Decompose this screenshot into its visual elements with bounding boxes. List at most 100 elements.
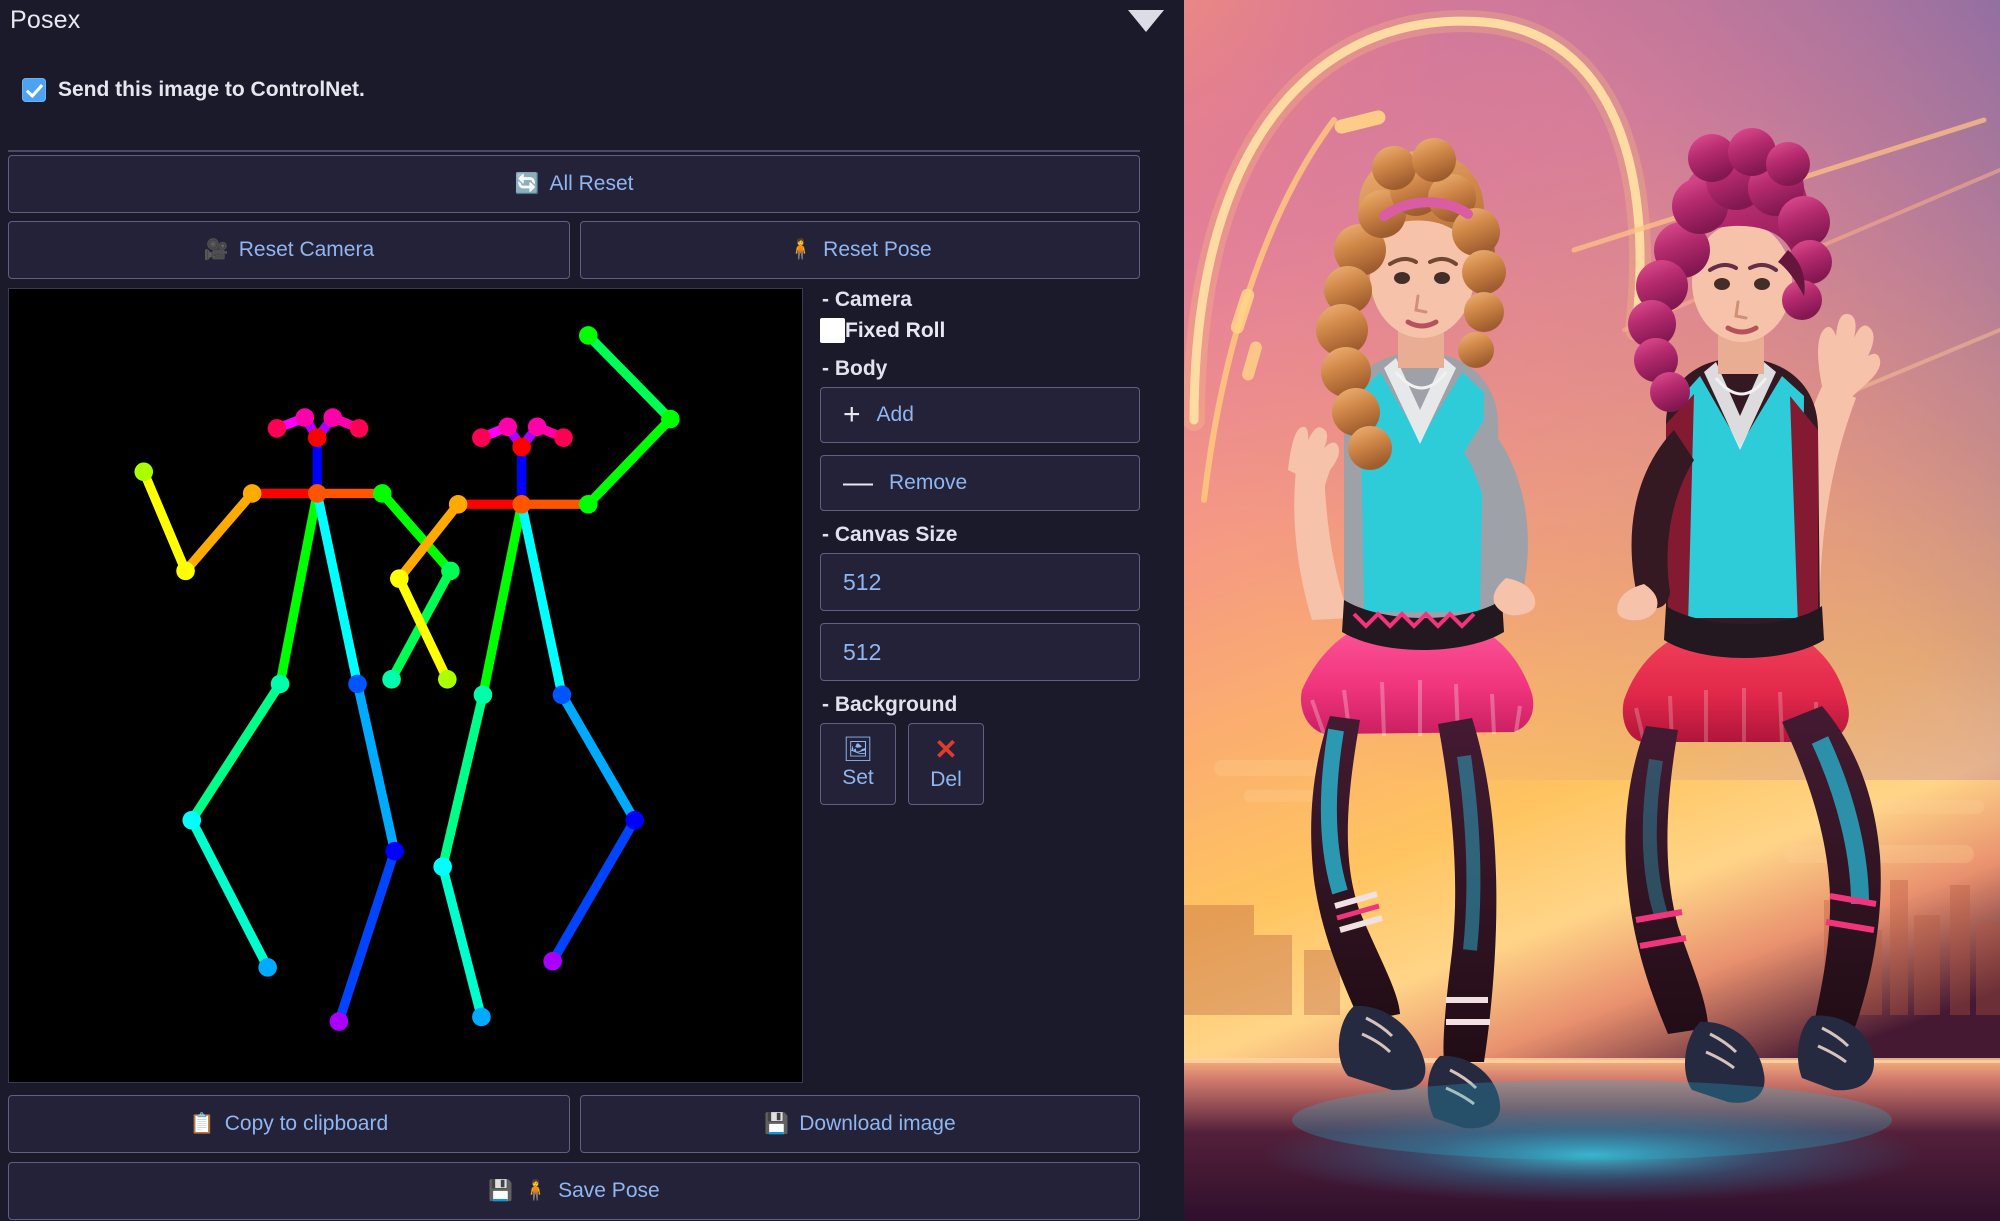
pose-joint-r-eye[interactable] bbox=[498, 417, 518, 437]
pose-joint-l-wrist[interactable] bbox=[578, 326, 598, 345]
generated-image-preview bbox=[1184, 0, 2000, 1221]
pose-joint-r-shoulder[interactable] bbox=[242, 484, 262, 503]
pose-joint-l-shoulder[interactable] bbox=[578, 494, 598, 514]
pose-joint-r-ankle[interactable] bbox=[472, 1007, 491, 1027]
pose-joint-r-elbow[interactable] bbox=[176, 561, 195, 581]
pose-joint-r-wrist[interactable] bbox=[438, 670, 457, 689]
page-title: Posex bbox=[10, 6, 81, 34]
pose-joint-r-hip[interactable] bbox=[270, 674, 290, 694]
pose-joint-l-eye[interactable] bbox=[323, 408, 342, 427]
add-body-label: Add bbox=[876, 403, 914, 426]
pose-controls: - Camera Fixed Roll - Body + Add — Remov… bbox=[820, 288, 1145, 805]
set-background-button[interactable]: 🖼 Set bbox=[820, 723, 896, 805]
pose-limb bbox=[438, 862, 487, 1022]
pose-joint-r-shoulder[interactable] bbox=[448, 494, 468, 514]
remove-body-button[interactable]: — Remove bbox=[820, 455, 1140, 511]
copy-to-clipboard-button[interactable]: 📋 Copy to clipboard bbox=[8, 1095, 570, 1153]
pose-joint-neck[interactable] bbox=[512, 494, 531, 514]
pose-joint-l-wrist[interactable] bbox=[382, 670, 401, 689]
header-divider bbox=[8, 150, 1140, 152]
add-body-button[interactable]: + Add bbox=[820, 387, 1140, 443]
pose-joint-r-wrist[interactable] bbox=[134, 462, 154, 482]
minus-icon: — bbox=[843, 466, 873, 499]
fixed-roll-row[interactable]: Fixed Roll bbox=[820, 318, 1145, 343]
copy-to-clipboard-label: Copy to clipboard bbox=[224, 1112, 389, 1135]
pose-joint-l-knee[interactable] bbox=[625, 810, 645, 830]
pose-joint-r-ankle[interactable] bbox=[258, 958, 277, 977]
remove-body-label: Remove bbox=[889, 471, 968, 494]
pose-joint-l-eye[interactable] bbox=[527, 417, 547, 437]
pose-joint-l-ear[interactable] bbox=[554, 428, 573, 447]
pose-joint-l-ear[interactable] bbox=[349, 419, 369, 438]
posex-panel: Posex Send this image to ControlNet. 🔄 A… bbox=[0, 0, 1184, 1221]
set-background-label: Set bbox=[842, 766, 874, 789]
pose-limb bbox=[352, 679, 400, 856]
floppy-disk-icon: 💾 bbox=[764, 1113, 790, 1135]
background-buttons: 🖼 Set ✕ Del bbox=[820, 723, 1145, 805]
pose-joint-l-ankle[interactable] bbox=[329, 1012, 349, 1031]
pose-limb bbox=[139, 467, 191, 576]
canvas-height-input[interactable]: 512 bbox=[820, 623, 1140, 681]
pose-limb bbox=[478, 499, 527, 700]
fixed-roll-checkbox[interactable] bbox=[820, 318, 845, 343]
pose-joint-neck[interactable] bbox=[307, 484, 327, 503]
all-reset-label: All Reset bbox=[549, 172, 634, 195]
figure-left[interactable] bbox=[134, 408, 460, 1031]
all-reset-button[interactable]: 🔄 All Reset bbox=[8, 155, 1140, 213]
pose-joint-r-hip[interactable] bbox=[473, 685, 493, 705]
figure-right[interactable] bbox=[390, 326, 680, 1027]
reset-pose-button[interactable]: 🧍 Reset Pose bbox=[580, 221, 1140, 279]
image-icon: 🖼 bbox=[842, 736, 874, 763]
pose-joint-nose[interactable] bbox=[512, 437, 531, 457]
close-icon: ✕ bbox=[934, 734, 958, 765]
camera-section-label: - Camera bbox=[822, 288, 912, 311]
pose-joint-l-shoulder[interactable] bbox=[372, 484, 392, 503]
pose-joint-l-hip[interactable] bbox=[348, 674, 367, 694]
pose-limb bbox=[180, 488, 257, 576]
pose-limb bbox=[187, 679, 285, 825]
pose-joint-r-ear[interactable] bbox=[472, 428, 491, 447]
delete-background-label: Del bbox=[930, 768, 962, 791]
plus-icon: + bbox=[843, 398, 861, 431]
clipboard-icon: 📋 bbox=[189, 1113, 215, 1135]
chevron-down-icon[interactable] bbox=[1128, 10, 1164, 32]
delete-background-button[interactable]: ✕ Del bbox=[908, 723, 984, 805]
pose-limb bbox=[583, 414, 675, 509]
pose-joint-r-knee[interactable] bbox=[433, 857, 452, 877]
pose-limb bbox=[275, 488, 322, 689]
preview-artwork bbox=[1184, 0, 2000, 1221]
pose-joint-l-hip[interactable] bbox=[552, 685, 572, 705]
pose-limb bbox=[583, 330, 675, 424]
canvas-width-input[interactable]: 512 bbox=[820, 553, 1140, 611]
send-to-controlnet-label: Send this image to ControlNet. bbox=[58, 78, 365, 101]
app-root: Posex Send this image to ControlNet. 🔄 A… bbox=[0, 0, 2000, 1221]
save-pose-button[interactable]: 💾 🧍 Save Pose bbox=[8, 1162, 1140, 1220]
pose-joint-l-elbow[interactable] bbox=[441, 561, 460, 581]
pose-joint-r-ear[interactable] bbox=[267, 419, 287, 438]
send-to-controlnet-row[interactable]: Send this image to ControlNet. bbox=[22, 78, 365, 102]
pose-limb bbox=[438, 690, 488, 872]
download-image-button[interactable]: 💾 Download image bbox=[580, 1095, 1140, 1153]
pose-limb bbox=[187, 815, 273, 973]
reset-camera-button[interactable]: 🎥 Reset Camera bbox=[8, 221, 570, 279]
person-icon: 🧍 bbox=[788, 239, 814, 261]
save-pose-label: Save Pose bbox=[558, 1179, 660, 1202]
pose-joint-r-eye[interactable] bbox=[295, 408, 315, 427]
pose-joint-r-elbow[interactable] bbox=[390, 569, 409, 588]
download-image-label: Download image bbox=[799, 1112, 956, 1135]
pose-limb bbox=[517, 499, 567, 700]
pose-joint-l-ankle[interactable] bbox=[543, 951, 562, 971]
pose-joint-nose[interactable] bbox=[307, 428, 327, 447]
pose-joint-l-knee[interactable] bbox=[385, 841, 404, 861]
send-to-controlnet-checkbox[interactable] bbox=[22, 78, 46, 102]
fixed-roll-label: Fixed Roll bbox=[845, 318, 946, 342]
reset-camera-label: Reset Camera bbox=[238, 238, 375, 261]
camera-icon: 🎥 bbox=[203, 239, 229, 261]
pose-skeleton-svg[interactable] bbox=[9, 289, 802, 1082]
person-icon: 🧍 bbox=[523, 1180, 549, 1202]
pose-joint-l-elbow[interactable] bbox=[661, 409, 680, 429]
pose-joint-r-knee[interactable] bbox=[182, 810, 202, 830]
pose-canvas[interactable] bbox=[8, 288, 803, 1083]
pose-limb bbox=[547, 815, 640, 966]
body-section-label: - Body bbox=[822, 357, 888, 380]
